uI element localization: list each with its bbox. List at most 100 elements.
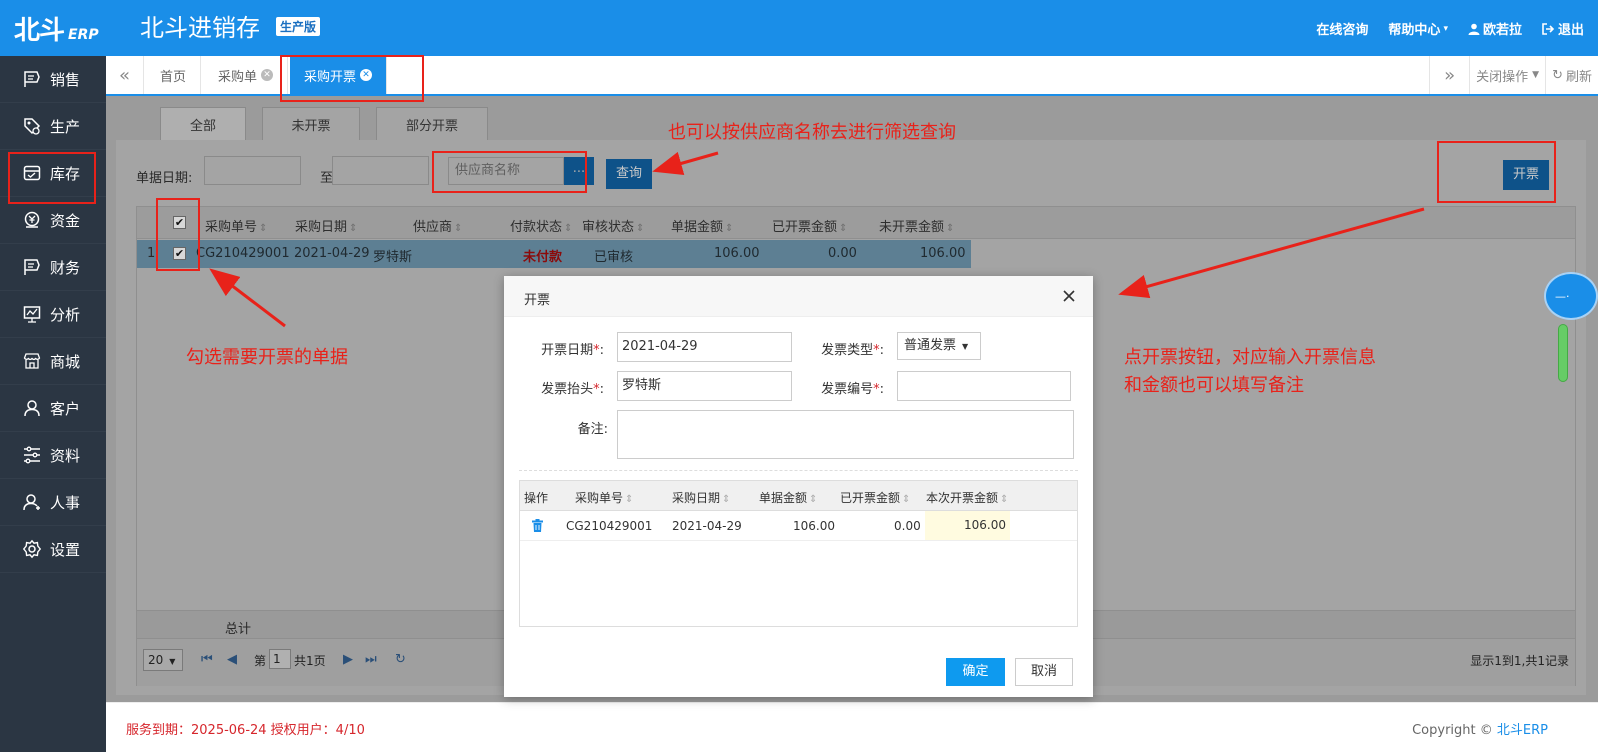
- invoice-header-label: 发票抬头*:: [541, 382, 604, 397]
- start-date-input[interactable]: [204, 156, 301, 185]
- col-order-no[interactable]: 采购单号 ⇕: [205, 216, 267, 235]
- table-row: CG210429001 2021-04-29 106.00 0.00 106.0…: [520, 511, 1077, 541]
- invoice-type-select[interactable]: 普通发票 ▼: [897, 332, 981, 360]
- sidebar-item-settings[interactable]: 设置: [0, 526, 106, 573]
- floating-service-button[interactable]: —·: [1544, 272, 1598, 320]
- cell-amount: 106.00: [793, 519, 835, 533]
- query-button[interactable]: 查询: [606, 159, 652, 189]
- top-header: 北斗 ERP 北斗进销存 生产版 在线咨询 帮助中心 ▾ 欧若拉 退出: [0, 0, 1598, 56]
- cell-date: 2021-04-29: [672, 519, 742, 533]
- sort-icon: ⇕: [636, 223, 645, 234]
- sort-icon: ⇕: [625, 494, 634, 505]
- caret-down-icon: ▼: [169, 657, 176, 666]
- tab-purchase-order[interactable]: 采购单 ✕: [204, 56, 289, 94]
- col-order-no[interactable]: 采购单号 ⇕: [575, 489, 633, 506]
- col-this-invoice[interactable]: 本次开票金额 ⇕: [926, 489, 1008, 506]
- sales-icon: [22, 69, 42, 89]
- invoice-no-label: 发票编号*:: [821, 382, 884, 397]
- funds-icon: [22, 210, 42, 230]
- col-uninvoiced[interactable]: 未开票金额 ⇕: [879, 216, 954, 235]
- close-icon[interactable]: ✕: [261, 69, 274, 81]
- status-subtabs: 全部 未开票 部分开票: [160, 107, 504, 140]
- col-pay-status[interactable]: 付款状态 ⇕: [510, 216, 572, 235]
- tab-home[interactable]: 首页: [146, 56, 202, 94]
- trash-icon[interactable]: [532, 519, 543, 532]
- close-icon[interactable]: [1061, 288, 1077, 304]
- subtab-all[interactable]: 全部: [160, 107, 246, 140]
- invoice-no-input[interactable]: [897, 371, 1071, 401]
- sidebar-item-label: 分析: [50, 305, 81, 324]
- tabs-scroll-left-button[interactable]: «: [106, 56, 144, 94]
- confirm-button[interactable]: 确定: [946, 658, 1005, 686]
- sidebar-item-data[interactable]: 资料: [0, 432, 106, 479]
- floating-scroll-handle[interactable]: [1558, 324, 1568, 382]
- sidebar-item-analysis[interactable]: 分析: [0, 291, 106, 338]
- col-invoiced[interactable]: 已开票金额 ⇕: [772, 216, 847, 235]
- col-amount[interactable]: 单据金额 ⇕: [759, 489, 817, 506]
- sort-icon: ⇕: [722, 494, 731, 505]
- user-name: 欧若拉: [1482, 23, 1522, 38]
- settings-icon: [22, 539, 42, 559]
- subtab-uninvoiced[interactable]: 未开票: [262, 107, 360, 140]
- last-page-icon[interactable]: ⏭: [365, 652, 377, 667]
- sidebar-item-label: 资金: [50, 211, 81, 230]
- subtab-partial-invoiced[interactable]: 部分开票: [376, 107, 488, 140]
- sidebar-item-label: 销售: [50, 70, 81, 89]
- prev-page-icon[interactable]: ◀: [227, 652, 237, 667]
- copyright: Copyright © 北斗ERP: [1412, 719, 1548, 738]
- top-nav: 在线咨询 帮助中心 ▾ 欧若拉 退出: [1316, 19, 1584, 38]
- tab-actions: » 关闭操作 ▼ ↻ 刷新: [1429, 56, 1598, 94]
- close-ops-dropdown[interactable]: 关闭操作 ▼: [1469, 56, 1545, 94]
- label-text: 发票类型: [821, 343, 874, 358]
- sidebar-item-customer[interactable]: 客户: [0, 385, 106, 432]
- col-amount[interactable]: 单据金额 ⇕: [671, 216, 733, 235]
- online-consult-link[interactable]: 在线咨询: [1316, 19, 1368, 38]
- logout-link[interactable]: 退出: [1542, 19, 1584, 38]
- col-date[interactable]: 采购日期 ⇕: [295, 216, 357, 235]
- end-date-input[interactable]: [332, 156, 429, 185]
- caret-down-icon: ▼: [962, 342, 969, 351]
- sidebar-item-production[interactable]: 生产: [0, 103, 106, 150]
- refresh-button[interactable]: ↻ 刷新: [1545, 56, 1598, 94]
- copyright-link[interactable]: 北斗ERP: [1497, 723, 1548, 738]
- col-supplier[interactable]: 供应商 ⇕: [413, 216, 462, 235]
- label-text: 发票抬头: [541, 382, 594, 397]
- cell-invoiced: 0.00: [894, 519, 921, 533]
- sidebar-item-label: 商城: [50, 352, 81, 371]
- cell-this-invoice-amount[interactable]: 106.00: [925, 511, 1010, 540]
- page-number-input[interactable]: 1: [269, 649, 291, 669]
- help-center-menu[interactable]: 帮助中心 ▾: [1388, 19, 1448, 38]
- online-consult-label: 在线咨询: [1316, 23, 1369, 38]
- sort-icon: ⇕: [946, 223, 955, 234]
- remark-textarea[interactable]: [617, 410, 1074, 459]
- sidebar-item-funds[interactable]: 资金: [0, 197, 106, 244]
- select-value: 普通发票: [904, 338, 957, 353]
- col-audit-status[interactable]: 审核状态 ⇕: [582, 216, 644, 235]
- invoice-header-input[interactable]: 罗特斯: [617, 371, 792, 401]
- logo[interactable]: 北斗 ERP: [14, 10, 99, 46]
- tabs-scroll-right-button[interactable]: »: [1429, 56, 1469, 94]
- col-date[interactable]: 采购日期 ⇕: [672, 489, 730, 506]
- user-menu[interactable]: 欧若拉: [1468, 19, 1522, 38]
- annotation-select-docs: 勾选需要开票的单据: [186, 347, 348, 368]
- col-label: 审核状态: [582, 220, 635, 235]
- cancel-button[interactable]: 取消: [1015, 658, 1073, 686]
- page-size-select[interactable]: 20 ▼: [143, 649, 183, 671]
- sidebar-item-hr[interactable]: 人事: [0, 479, 106, 526]
- table-row[interactable]: 1 ✔ CG210429001 2021-04-29 罗特斯 未付款 已审核 1…: [137, 240, 971, 268]
- sidebar-item-mall[interactable]: 商城: [0, 338, 106, 385]
- sort-icon: ⇕: [1000, 494, 1009, 505]
- sidebar-item-sales[interactable]: 销售: [0, 56, 106, 103]
- invoice-date-input[interactable]: 2021-04-29: [617, 332, 792, 362]
- reload-icon[interactable]: ↻: [395, 652, 406, 667]
- customer-icon: [22, 398, 42, 418]
- first-page-icon[interactable]: ⏮: [201, 652, 213, 667]
- col-invoiced[interactable]: 已开票金额 ⇕: [840, 489, 910, 506]
- analysis-icon: [22, 304, 42, 324]
- sidebar-item-finance[interactable]: 财务: [0, 244, 106, 291]
- sidebar-item-label: 客户: [50, 399, 81, 418]
- cell-uninvoiced: 106.00: [920, 246, 966, 261]
- next-page-icon[interactable]: ▶: [343, 652, 353, 667]
- col-label: 本次开票金额: [926, 491, 999, 505]
- user-icon: [1468, 23, 1480, 35]
